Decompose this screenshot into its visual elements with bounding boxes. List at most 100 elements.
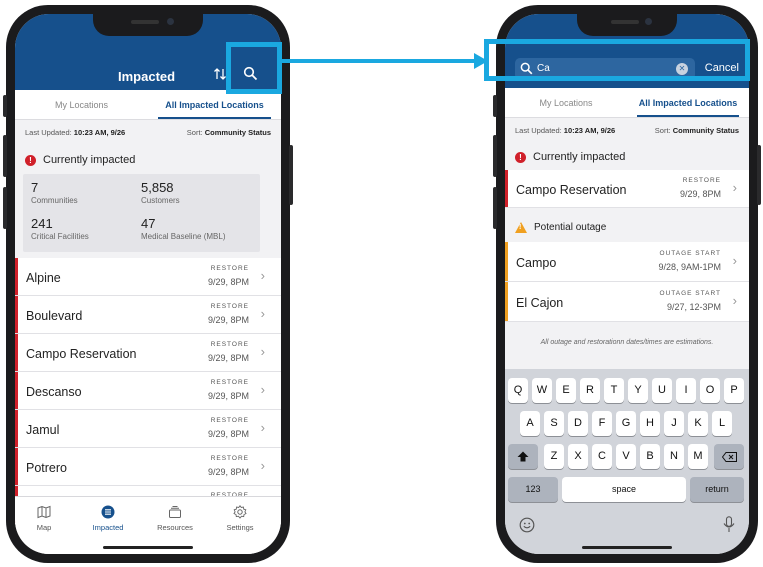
home-indicator	[582, 546, 672, 549]
emoji-icon[interactable]	[519, 517, 535, 538]
bottom-tab-bar: Map Impacted Resources Settings	[15, 496, 281, 554]
key-r[interactable]: R	[580, 378, 600, 403]
warning-icon: !	[515, 222, 527, 233]
backspace-key[interactable]	[714, 444, 744, 469]
update-meta: Last Updated: 10:23 AM, 9/26 Sort: Commu…	[505, 126, 749, 135]
return-key[interactable]: return	[690, 477, 744, 502]
right-screen: Ca ✕ Cancel My Locations All Impacted Lo…	[505, 14, 749, 554]
key-p[interactable]: P	[724, 378, 744, 403]
keyboard: Q W E R T Y U I O P A S D F G H J K L Z …	[505, 369, 749, 554]
list-item[interactable]: Potrero RESTORE 9/29, 8PM ›	[15, 448, 281, 486]
chevron-right-icon: ›	[260, 382, 265, 397]
map-icon	[37, 505, 51, 519]
chevron-right-icon: ›	[732, 293, 737, 308]
key-a[interactable]: A	[520, 411, 540, 436]
list-icon	[101, 505, 115, 519]
list-item[interactable]: Alpine RESTORE 9/29, 8PM ›	[15, 258, 281, 296]
tab-all-impacted-locations[interactable]: All Impacted Locations	[627, 88, 749, 117]
space-key[interactable]: space	[562, 477, 686, 502]
key-d[interactable]: D	[568, 411, 588, 436]
key-i[interactable]: I	[676, 378, 696, 403]
tab-all-impacted-locations[interactable]: All Impacted Locations	[148, 90, 281, 119]
stat-customers: 5,858 Customers	[141, 180, 180, 205]
gear-icon	[233, 505, 247, 519]
tab-my-locations[interactable]: My Locations	[15, 90, 148, 119]
chevron-right-icon: ›	[260, 420, 265, 435]
section-title: Currently impacted	[43, 154, 136, 166]
key-s[interactable]: S	[544, 411, 564, 436]
key-e[interactable]: E	[556, 378, 576, 403]
stat-medical-baseline: 47 Medical Baseline (MBL)	[141, 216, 226, 241]
chevron-right-icon: ›	[732, 253, 737, 268]
key-v[interactable]: V	[616, 444, 636, 469]
list-item[interactable]: Campo OUTAGE START 9/28, 9AM-1PM ›	[505, 242, 749, 282]
key-k[interactable]: K	[688, 411, 708, 436]
last-updated: Last Updated: 10:23 AM, 9/26	[515, 126, 616, 135]
chevron-right-icon: ›	[260, 268, 265, 283]
list-item[interactable]: Descanso RESTORE 9/29, 8PM ›	[15, 372, 281, 410]
chevron-right-icon: ›	[260, 344, 265, 359]
sort-control[interactable]: Sort: Community Status	[187, 128, 271, 137]
tab-map[interactable]: Map	[19, 505, 69, 532]
impact-stats: 7 Communities 5,858 Customers 241 Critic…	[23, 174, 260, 252]
key-j[interactable]: J	[664, 411, 684, 436]
chevron-right-icon: ›	[260, 458, 265, 473]
list-item[interactable]: Jamul RESTORE 9/29, 8PM ›	[15, 410, 281, 448]
key-c[interactable]: C	[592, 444, 612, 469]
right-phone: Ca ✕ Cancel My Locations All Impacted Lo…	[493, 5, 761, 563]
key-f[interactable]: F	[592, 411, 612, 436]
estimation-disclaimer: All outage and restorationn dates/times …	[540, 339, 714, 346]
microphone-icon[interactable]	[723, 516, 735, 538]
tab-impacted[interactable]: Impacted	[83, 505, 133, 532]
key-u[interactable]: U	[652, 378, 672, 403]
list-item[interactable]: Boulevard RESTORE 9/29, 8PM ›	[15, 296, 281, 334]
alert-icon: !	[25, 154, 36, 166]
key-m[interactable]: M	[688, 444, 708, 469]
section-currently-impacted: ! Currently impacted	[15, 154, 281, 166]
list-item[interactable]: Campo Reservation RESTORE 9/29, 8PM ›	[15, 334, 281, 372]
last-updated: Last Updated: 10:23 AM, 9/26	[25, 128, 126, 137]
sort-control[interactable]: Sort: Community Status	[655, 126, 739, 135]
tab-resources[interactable]: Resources	[150, 505, 200, 532]
section-potential-outage: ! Potential outage	[505, 222, 749, 233]
shift-icon	[517, 451, 529, 462]
key-q[interactable]: Q	[508, 378, 528, 403]
chevron-right-icon: ›	[732, 180, 737, 195]
section-title: Currently impacted	[533, 151, 626, 163]
location-tabs: My Locations All Impacted Locations	[505, 88, 749, 118]
section-title: Potential outage	[534, 222, 607, 233]
key-l[interactable]: L	[712, 411, 732, 436]
list-item[interactable]: El Cajon OUTAGE START 9/27, 12-3PM ›	[505, 282, 749, 322]
tab-my-locations[interactable]: My Locations	[505, 88, 627, 117]
notch	[93, 14, 203, 36]
resources-icon	[169, 506, 181, 518]
key-b[interactable]: B	[640, 444, 660, 469]
stat-critical-facilities: 241 Critical Facilities	[31, 216, 89, 241]
key-z[interactable]: Z	[544, 444, 564, 469]
key-h[interactable]: H	[640, 411, 660, 436]
search-highlight-box	[226, 42, 282, 94]
backspace-icon	[721, 452, 737, 462]
transition-arrow	[282, 59, 480, 63]
tab-settings[interactable]: Settings	[215, 505, 265, 532]
key-x[interactable]: X	[568, 444, 588, 469]
key-o[interactable]: O	[700, 378, 720, 403]
location-tabs: My Locations All Impacted Locations	[15, 90, 281, 120]
notch	[577, 14, 677, 36]
sort-toggle-icon[interactable]	[213, 67, 227, 81]
chevron-right-icon: ›	[260, 306, 265, 321]
section-currently-impacted: ! Currently impacted	[505, 151, 749, 163]
stat-communities: 7 Communities	[31, 180, 78, 205]
list-item[interactable]: Campo Reservation RESTORE 9/29, 8PM ›	[505, 170, 749, 208]
key-y[interactable]: Y	[628, 378, 648, 403]
key-g[interactable]: G	[616, 411, 636, 436]
page-title: Impacted	[118, 69, 176, 84]
numbers-key[interactable]: 123	[508, 477, 558, 502]
alert-icon: !	[515, 151, 526, 163]
key-w[interactable]: W	[532, 378, 552, 403]
key-t[interactable]: T	[604, 378, 624, 403]
left-screen: Impacted My Locations All Impacted Locat…	[15, 14, 281, 554]
shift-key[interactable]	[508, 444, 538, 469]
search-bar-highlight-box	[484, 39, 750, 81]
key-n[interactable]: N	[664, 444, 684, 469]
